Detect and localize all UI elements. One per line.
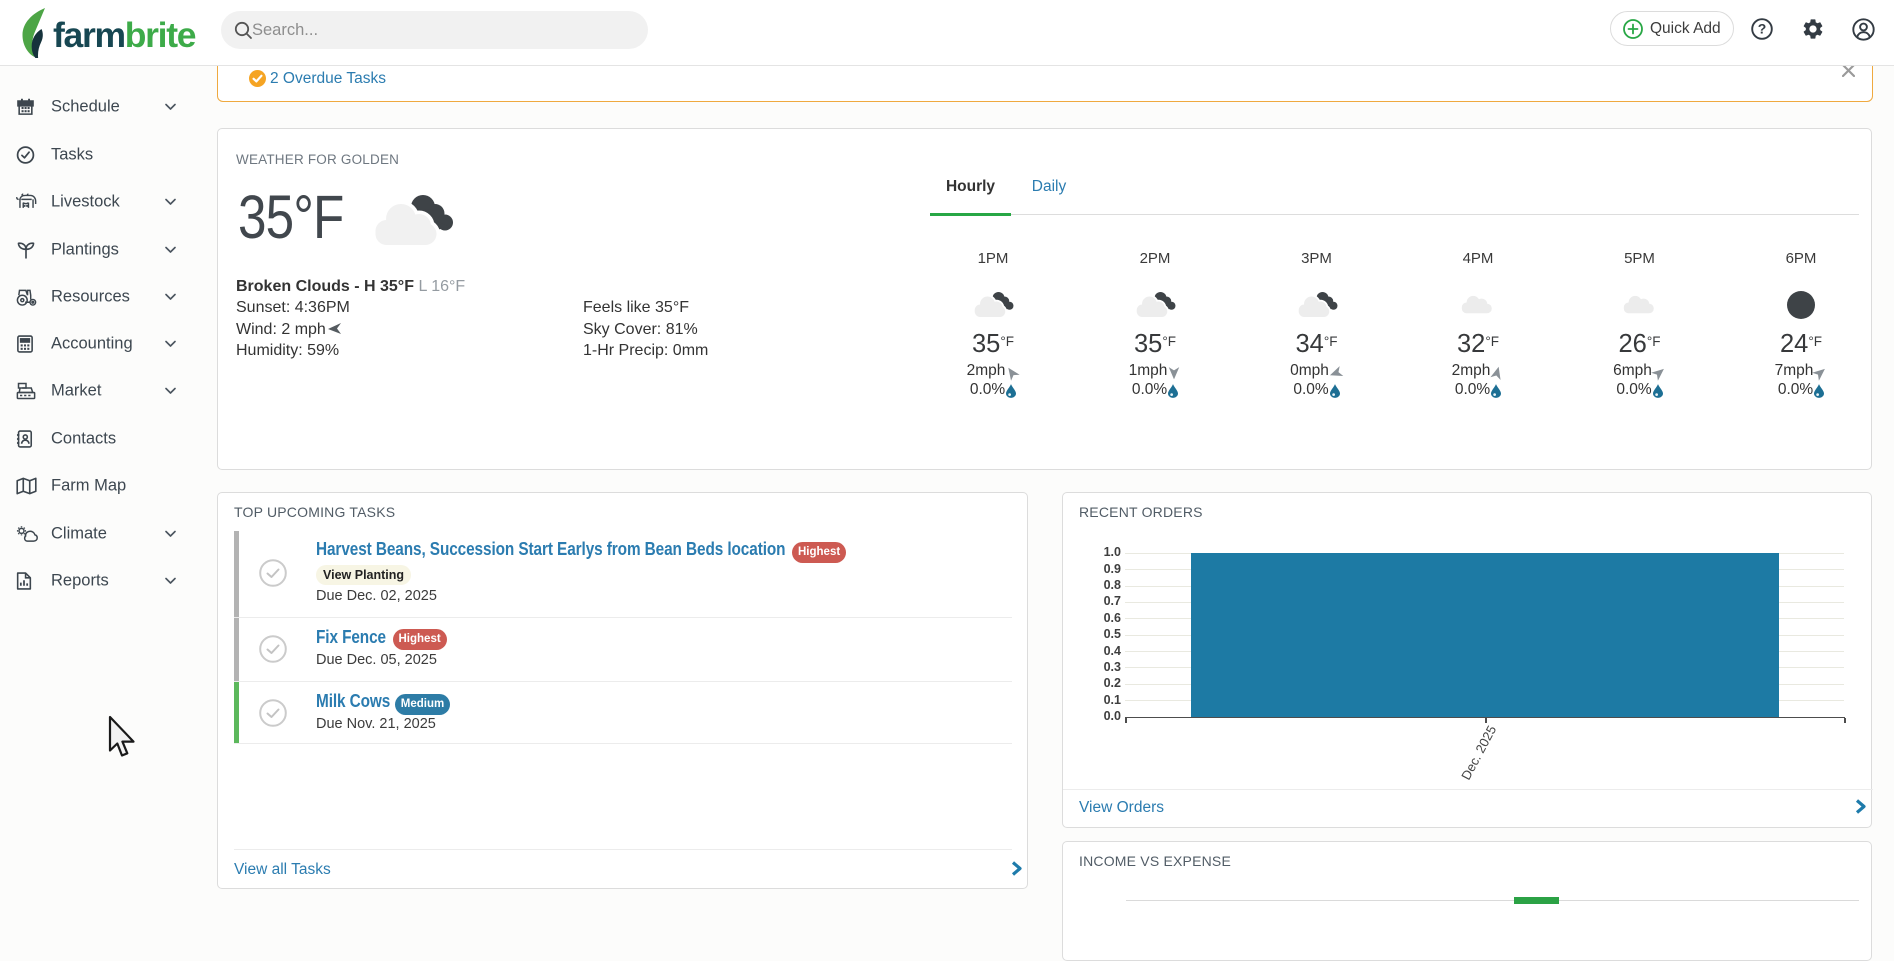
svg-text:?: ? (1758, 21, 1767, 37)
